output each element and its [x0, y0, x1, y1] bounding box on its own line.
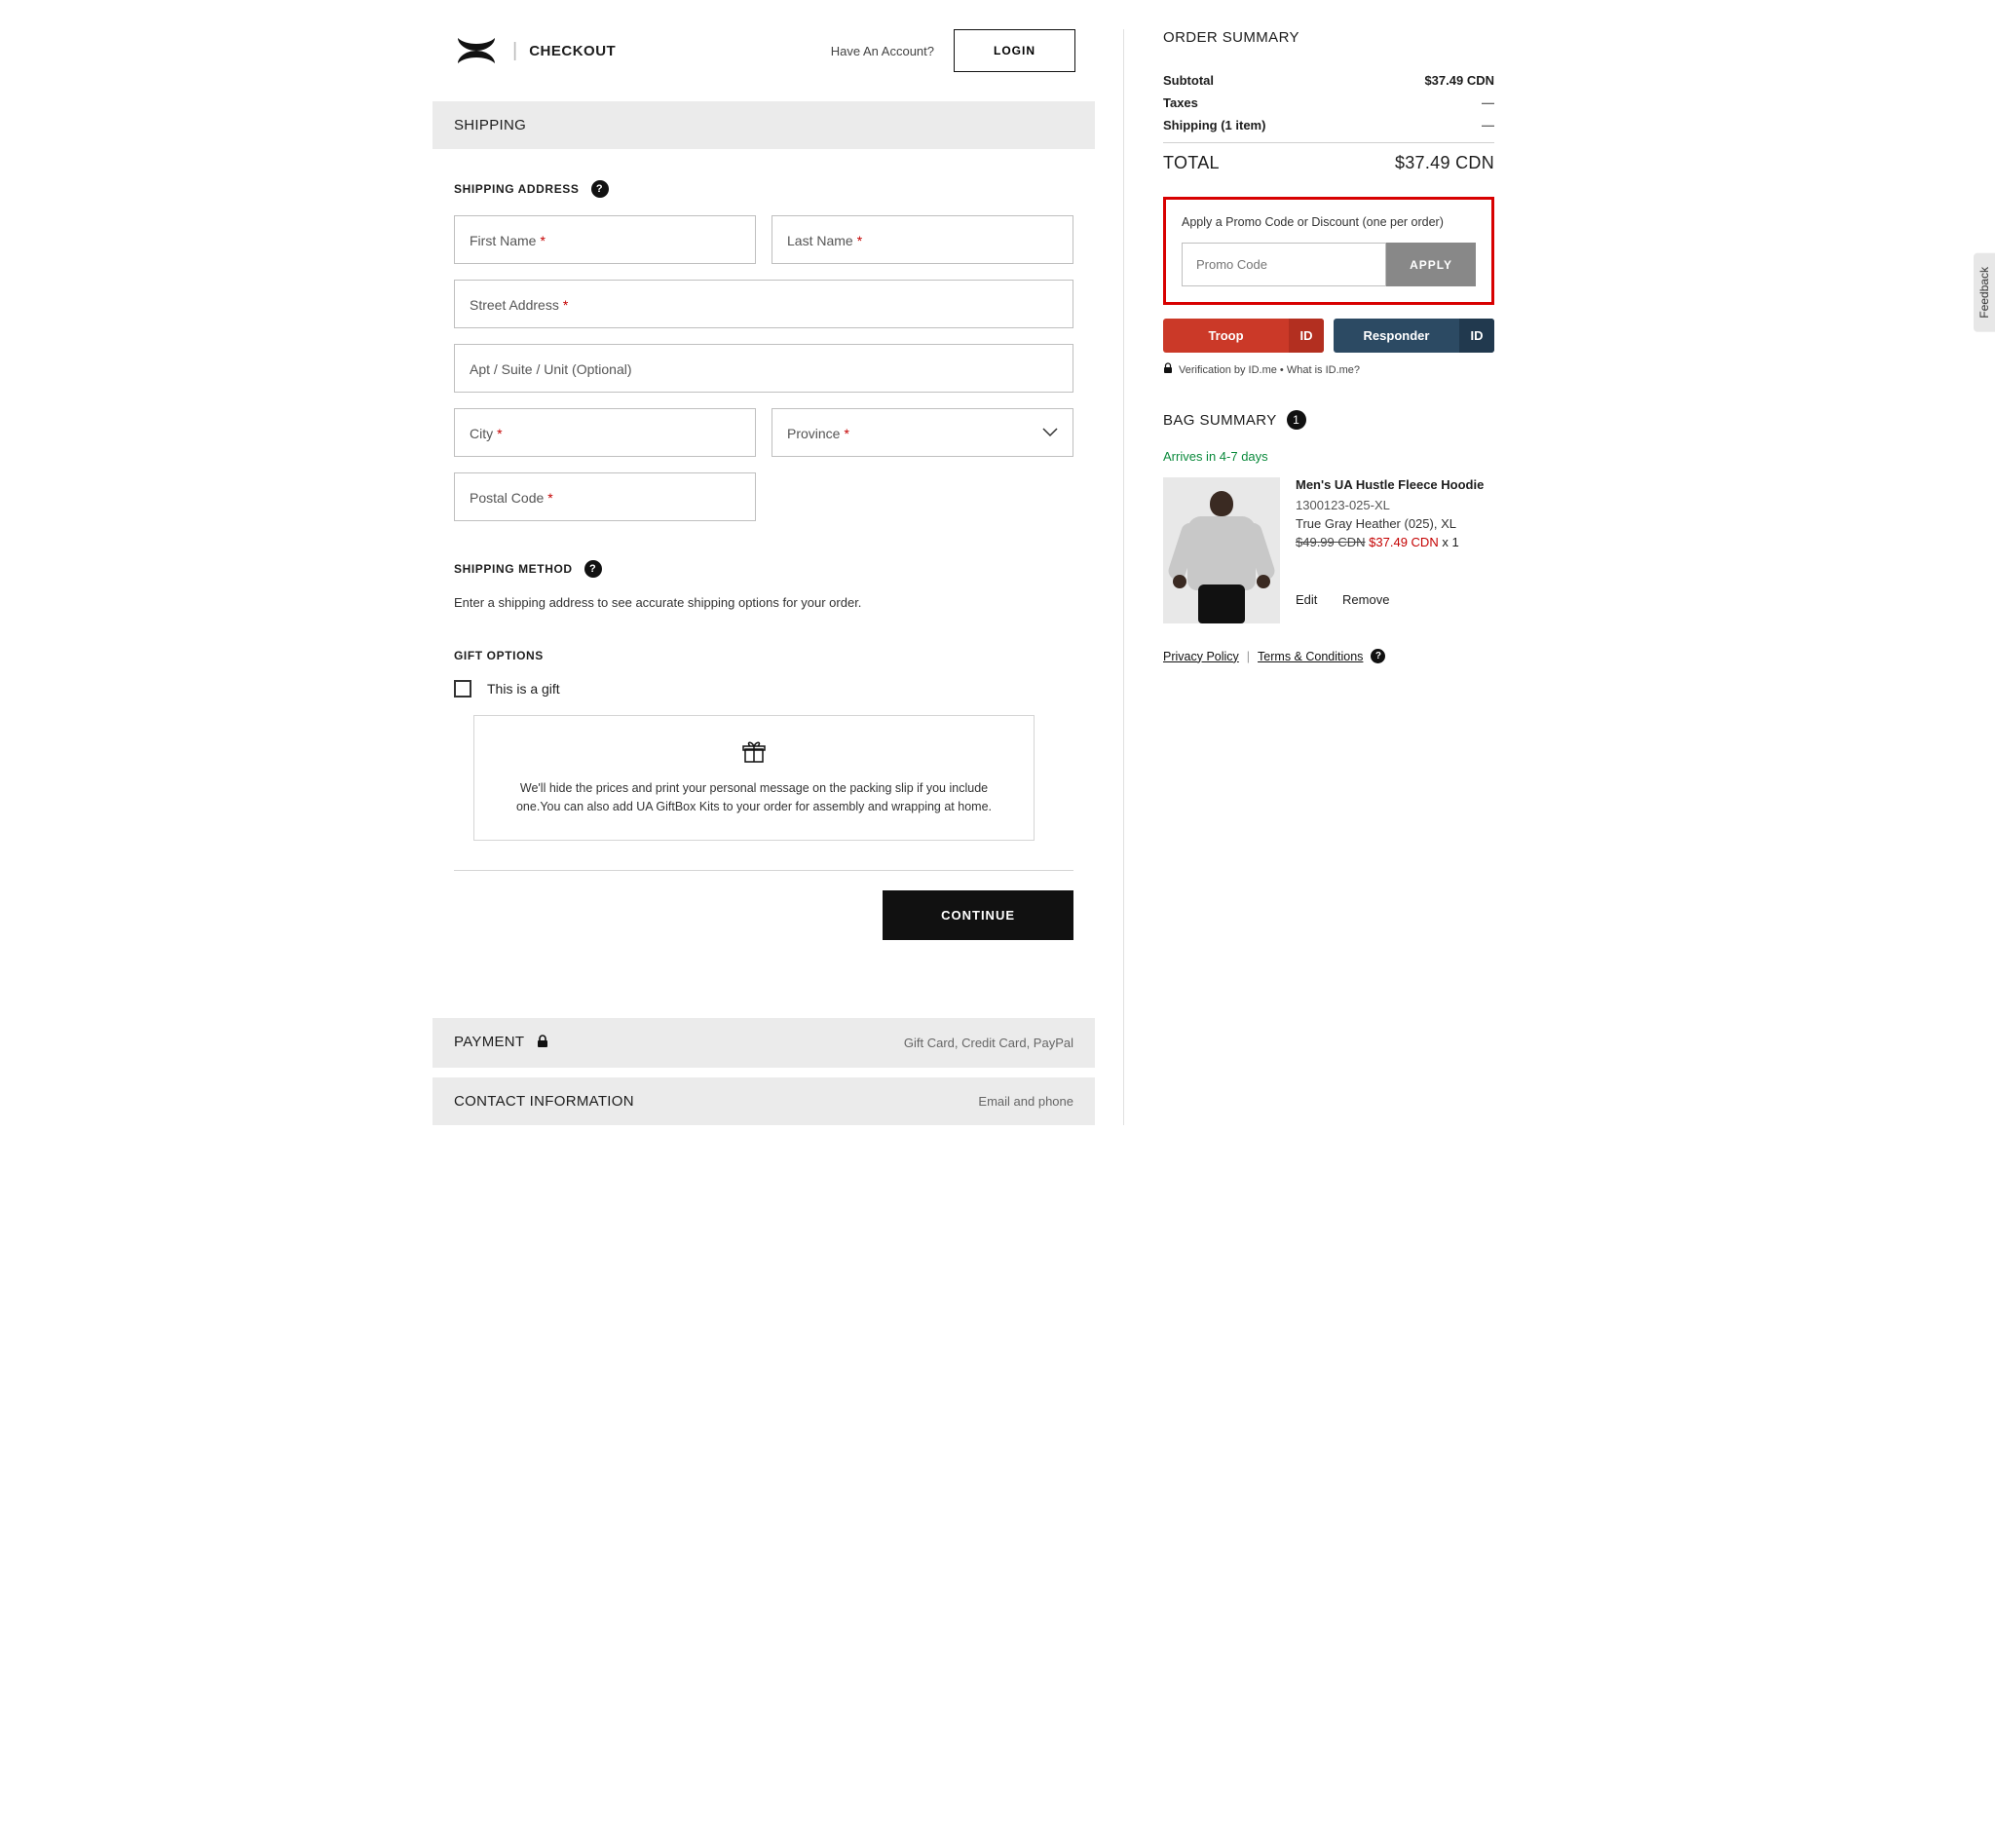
summary-row-shipping: Shipping (1 item) —	[1163, 118, 1494, 132]
brand-logo[interactable]	[452, 36, 501, 65]
apply-promo-button[interactable]: APPLY	[1386, 243, 1476, 286]
product-price: $49.99 CDN $37.49 CDN x 1	[1296, 535, 1494, 549]
postal-code-field[interactable]	[454, 472, 756, 521]
gift-checkbox-label: This is a gift	[487, 681, 560, 697]
help-icon[interactable]: ?	[584, 560, 602, 578]
continue-button[interactable]: CONTINUE	[883, 890, 1073, 940]
contact-section-heading[interactable]: CONTACT INFORMATION Email and phone	[433, 1077, 1095, 1125]
gift-options-heading: GIFT OPTIONS	[454, 649, 1073, 662]
id-icon: ID	[1289, 319, 1324, 353]
gift-checkbox-row[interactable]: This is a gift	[454, 680, 1073, 698]
payment-section-heading[interactable]: PAYMENT Gift Card, Credit Card, PayPal	[433, 1018, 1095, 1068]
checkout-header: | CHECKOUT Have An Account? LOGIN	[433, 29, 1095, 92]
province-select[interactable]	[772, 408, 1073, 457]
idme-responder-button[interactable]: Responder ID	[1334, 319, 1494, 353]
product-thumbnail[interactable]	[1163, 477, 1280, 623]
bag-item: Men's UA Hustle Fleece Hoodie 1300123-02…	[1163, 477, 1494, 623]
idme-troop-button[interactable]: Troop ID	[1163, 319, 1324, 353]
header-divider: |	[512, 40, 517, 62]
divider	[454, 870, 1073, 871]
id-icon: ID	[1459, 319, 1494, 353]
idme-verify-text: Verification by ID.me • What is ID.me?	[1163, 362, 1494, 377]
checkbox-icon[interactable]	[454, 680, 471, 698]
city-field[interactable]	[454, 408, 756, 457]
feedback-tab[interactable]: Feedback	[1974, 253, 1995, 332]
product-name: Men's UA Hustle Fleece Hoodie	[1296, 477, 1494, 492]
summary-row-subtotal: Subtotal $37.49 CDN	[1163, 73, 1494, 88]
first-name-field[interactable]	[454, 215, 756, 264]
page-title: CHECKOUT	[529, 43, 616, 59]
gift-icon	[741, 752, 767, 768]
product-sku: 1300123-025-XL	[1296, 498, 1494, 512]
divider	[1163, 142, 1494, 143]
have-account-text: Have An Account?	[831, 44, 934, 58]
arrival-estimate: Arrives in 4-7 days	[1163, 449, 1494, 464]
gift-panel-text: We'll hide the prices and print your per…	[504, 779, 1004, 816]
apt-field[interactable]	[454, 344, 1073, 393]
shipping-address-heading: SHIPPING ADDRESS ?	[454, 180, 1073, 198]
order-summary-title: ORDER SUMMARY	[1163, 29, 1494, 46]
remove-item-link[interactable]: Remove	[1342, 592, 1389, 607]
shipping-section-heading: SHIPPING	[433, 101, 1095, 149]
payment-hint: Gift Card, Credit Card, PayPal	[904, 1036, 1073, 1050]
login-button[interactable]: LOGIN	[954, 29, 1075, 72]
bag-count-badge: 1	[1287, 410, 1306, 430]
promo-heading: Apply a Promo Code or Discount (one per …	[1182, 215, 1476, 229]
contact-hint: Email and phone	[978, 1094, 1073, 1109]
promo-code-input[interactable]	[1182, 243, 1386, 286]
product-color: True Gray Heather (025), XL	[1296, 516, 1494, 531]
help-icon[interactable]: ?	[591, 180, 609, 198]
privacy-policy-link[interactable]: Privacy Policy	[1163, 650, 1239, 663]
street-address-field[interactable]	[454, 280, 1073, 328]
summary-row-total: TOTAL $37.49 CDN	[1163, 153, 1494, 173]
summary-row-taxes: Taxes —	[1163, 95, 1494, 110]
help-icon[interactable]: ?	[1371, 649, 1385, 663]
bag-summary-title: BAG SUMMARY 1	[1163, 410, 1494, 430]
lock-icon	[1163, 362, 1173, 377]
gift-info-panel: We'll hide the prices and print your per…	[473, 715, 1035, 841]
last-name-field[interactable]	[772, 215, 1073, 264]
shipping-method-note: Enter a shipping address to see accurate…	[454, 595, 1073, 610]
lock-icon	[537, 1035, 548, 1052]
policy-links: Privacy Policy | Terms & Conditions ?	[1163, 649, 1494, 663]
terms-link[interactable]: Terms & Conditions	[1258, 650, 1363, 663]
shipping-method-heading: SHIPPING METHOD ?	[454, 560, 1073, 578]
edit-item-link[interactable]: Edit	[1296, 592, 1317, 607]
promo-code-panel: Apply a Promo Code or Discount (one per …	[1163, 197, 1494, 305]
